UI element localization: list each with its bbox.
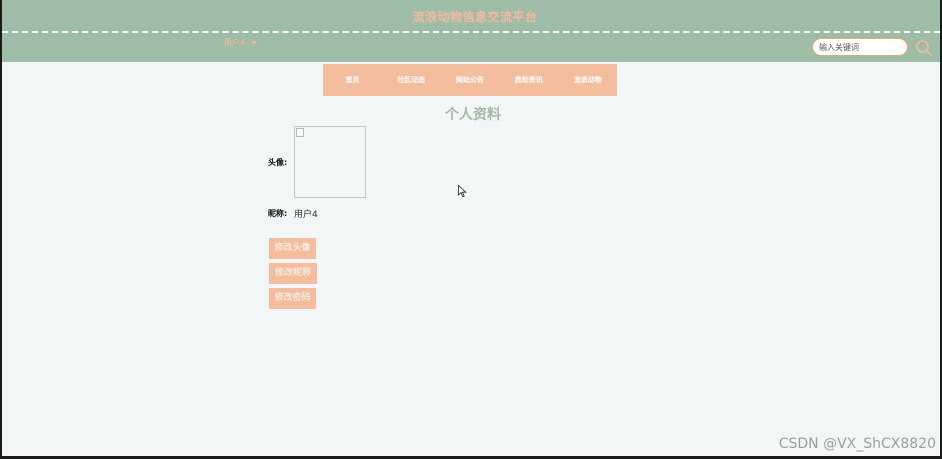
nickname-label: 昵称:: [268, 209, 288, 218]
nav-item-community[interactable]: 社区动态: [382, 75, 441, 85]
chevron-down-icon: [251, 41, 258, 45]
change-avatar-button[interactable]: 修改头像: [269, 238, 316, 259]
browser-viewport: 流浪动物信息交流平台 用户4 首页 社区动态 网站公告 救助资讯 流浪动物 个人…: [0, 0, 942, 459]
change-password-button[interactable]: 修改密码: [269, 288, 316, 309]
main-nav: 首页 社区动态 网站公告 救助资讯 流浪动物: [323, 64, 617, 96]
avatar-label: 头像:: [268, 158, 288, 167]
nickname-value: 用户4: [294, 210, 318, 220]
broken-image-icon: [296, 128, 304, 137]
nav-item-announcements[interactable]: 网站公告: [441, 75, 500, 85]
header-divider: [2, 31, 940, 33]
search-icon[interactable]: [914, 38, 934, 58]
nav-item-stray-animals[interactable]: 流浪动物: [558, 75, 617, 85]
user-menu[interactable]: 用户4: [224, 37, 258, 48]
mouse-cursor-icon: [458, 185, 467, 198]
change-nickname-button[interactable]: 修改昵称: [269, 263, 317, 284]
user-menu-label: 用户4: [224, 38, 246, 47]
avatar: [294, 126, 366, 198]
site-title: 流浪动物信息交流平台: [412, 10, 538, 24]
watermark-text: CSDN @VX_ShCX8820: [778, 436, 936, 452]
nav-item-rescue-news[interactable]: 救助资讯: [499, 75, 558, 85]
site-header: 流浪动物信息交流平台 用户4: [2, 0, 940, 62]
page-title: 个人资料: [445, 107, 501, 123]
search-input[interactable]: [812, 38, 908, 56]
nav-item-home[interactable]: 首页: [323, 75, 382, 85]
